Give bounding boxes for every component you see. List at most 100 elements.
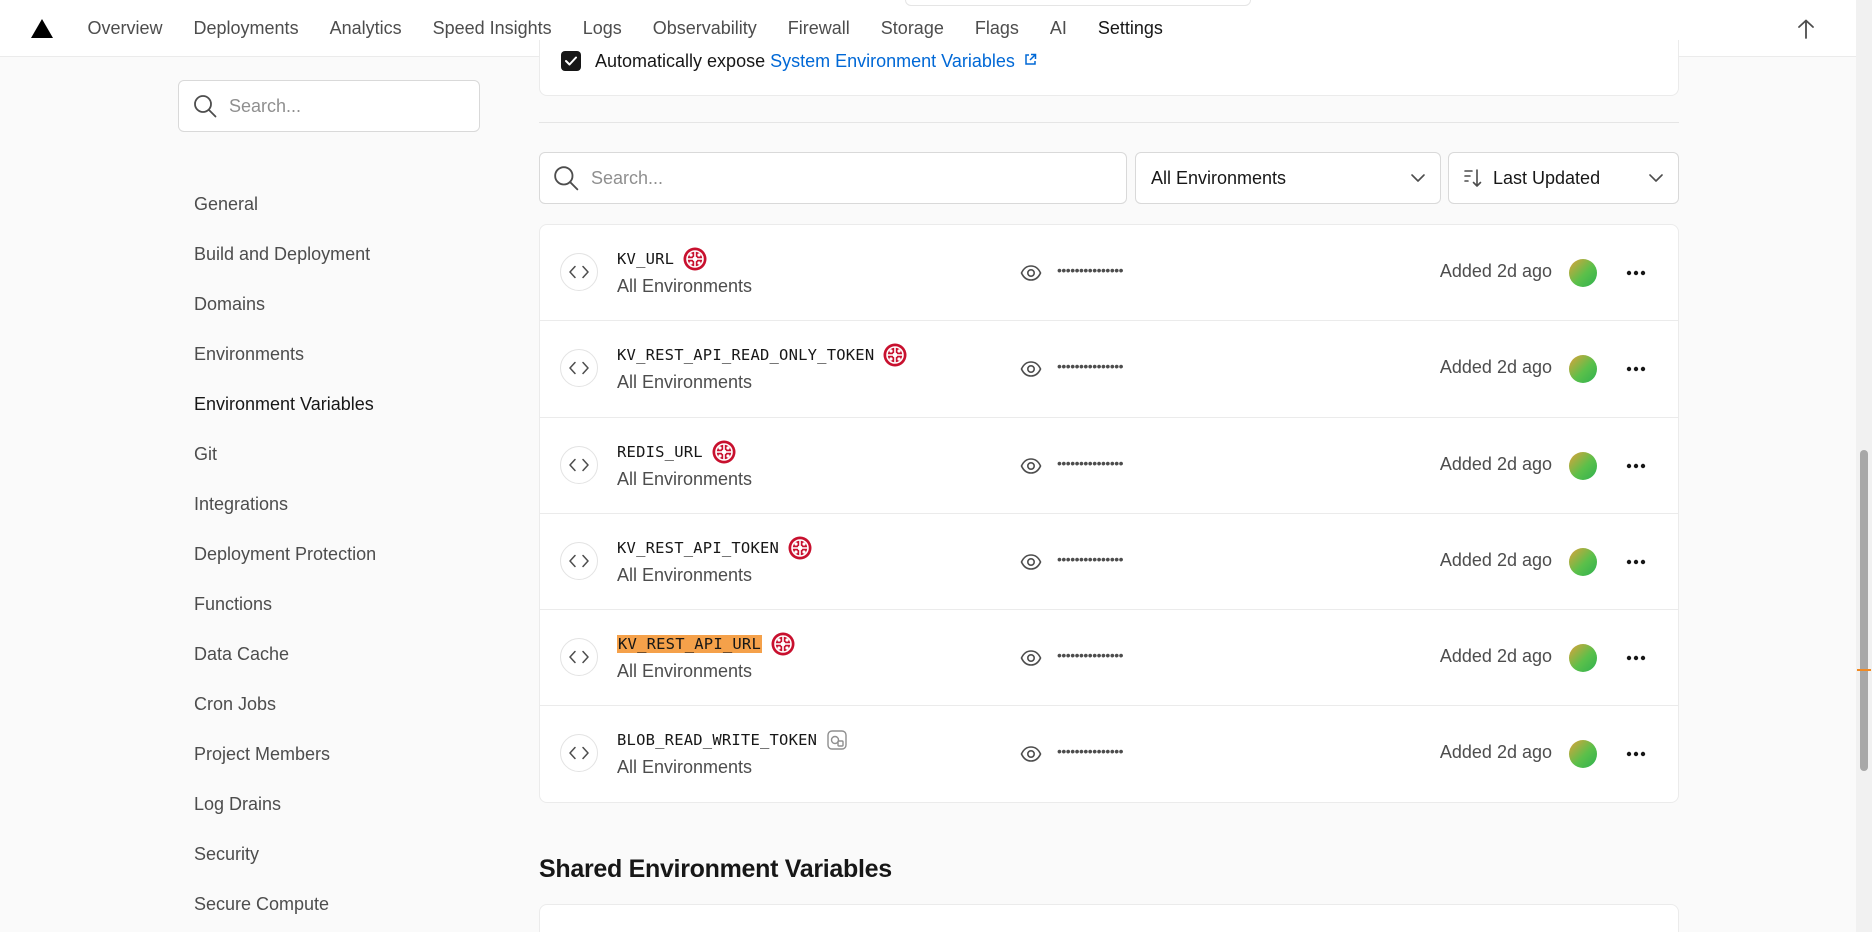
redis-icon [683,247,707,271]
env-var-environment: All Environments [617,276,753,296]
redis-icon [788,536,812,560]
sidebar-item-deployment-protection[interactable]: Deployment Protection [194,544,376,565]
external-link-icon [1025,53,1037,65]
expose-system-vars-box: Automatically expose System Environment … [539,40,1679,96]
avatar[interactable] [1569,547,1597,576]
avatar[interactable] [1569,259,1597,287]
code-icon [560,734,598,773]
env-var-name: KV_URL [617,250,675,268]
sidebar-item-git[interactable]: Git [194,444,217,465]
sidebar-item-domains[interactable]: Domains [194,294,265,315]
env-var-masked-value: ••••••••••••••• [1057,358,1124,375]
nav-tab-analytics[interactable]: Analytics [314,0,417,57]
vercel-logo-icon[interactable] [30,16,54,40]
scrollbar-thumb[interactable] [1860,450,1868,771]
env-var-added: Added 2d ago [1439,646,1552,667]
scroll-to-top-icon[interactable] [1793,16,1819,42]
env-var-environment: All Environments [617,757,753,778]
code-icon [560,638,598,677]
system-env-vars-link-text[interactable]: System Environment Variables [770,51,1015,71]
env-var-added: Added 2d ago [1439,549,1552,570]
env-var-row[interactable]: KV_REST_API_URL All Environments •••••••••… [540,610,1678,707]
env-var-row[interactable]: KV_REST_API_TOKEN All Environments •••••••… [540,514,1678,611]
eye-icon[interactable] [1020,262,1042,284]
shared-section-title: Shared Environment Variables [539,855,892,883]
scrollbar-search-marker [1857,669,1871,671]
environment-select-value: All Environments [1151,167,1287,188]
eye-icon[interactable] [1020,358,1042,380]
system-env-vars-link[interactable]: System Environment Variables [770,51,1037,71]
sidebar-item-cron-jobs[interactable]: Cron Jobs [194,694,276,715]
more-options-icon[interactable] [1621,547,1651,577]
env-var-search[interactable] [539,152,1127,204]
env-var-name: BLOB_READ_WRITE_TOKEN [617,731,818,750]
env-var-search-input[interactable] [591,167,1091,189]
redis-icon [883,343,907,367]
code-icon [560,541,598,580]
sort-select[interactable]: Last Updated [1448,152,1679,204]
eye-icon[interactable] [1020,743,1042,765]
avatar[interactable] [1569,644,1597,673]
env-var-row[interactable]: KV_URL All Environments ••••••••••••••• Add… [540,225,1678,322]
eye-icon[interactable] [1020,551,1042,573]
sidebar-item-functions[interactable]: Functions [194,594,272,615]
avatar[interactable] [1569,740,1597,769]
env-var-masked-value: ••••••••••••••• [1057,743,1124,760]
env-var-environment: All Environments [617,661,753,682]
env-var-row[interactable]: KV_REST_API_READ_ONLY_TOKEN All Environme… [540,321,1678,418]
sidebar-search[interactable] [178,80,480,132]
env-var-environment: All Environments [617,564,753,585]
expose-label: Automatically expose System Environment … [595,51,1037,72]
more-options-icon[interactable] [1621,451,1651,481]
avatar[interactable] [1569,355,1597,384]
blob-icon [826,729,848,751]
env-var-masked-value: ••••••••••••••• [1057,550,1124,567]
sidebar-item-build-and-deployment[interactable]: Build and Deployment [194,244,370,265]
sidebar-item-log-drains[interactable]: Log Drains [194,794,281,815]
expose-text: Automatically expose [595,51,766,71]
env-var-row[interactable]: BLOB_READ_WRITE_TOKEN All Environments •••… [540,706,1678,802]
more-options-icon[interactable] [1621,643,1651,673]
env-var-name: KV_REST_API_READ_ONLY_TOKEN [617,346,875,365]
sidebar-search-input[interactable] [229,95,449,117]
expose-checkbox[interactable] [561,51,581,71]
more-options-icon[interactable] [1621,354,1651,384]
popover-edge [905,0,1251,6]
code-icon [560,253,598,291]
eye-icon[interactable] [1020,647,1042,669]
code-icon [560,445,598,484]
shared-env-var-box [539,904,1679,932]
env-var-environment: All Environments [617,372,753,393]
search-icon [553,165,579,191]
sidebar-item-environments[interactable]: Environments [194,344,304,365]
env-var-added: Added 2d ago [1439,357,1552,378]
sidebar-item-environment-variables[interactable]: Environment Variables [194,394,374,415]
sidebar-item-data-cache[interactable]: Data Cache [194,644,289,665]
nav-tab-deployments[interactable]: Deployments [178,0,314,57]
env-var-masked-value: ••••••••••••••• [1057,262,1124,278]
more-options-icon[interactable] [1621,258,1651,288]
env-var-list: KV_URL All Environments ••••••••••••••• Add… [539,224,1679,803]
nav-tab-overview[interactable]: Overview [72,0,178,57]
env-var-added: Added 2d ago [1439,453,1552,474]
sort-icon [1463,168,1483,188]
more-options-icon[interactable] [1621,739,1651,769]
env-var-masked-value: ••••••••••••••• [1057,647,1124,664]
env-var-name-wrap: REDIS_URL [617,440,736,464]
sidebar-item-security[interactable]: Security [194,844,259,865]
env-var-added: Added 2d ago [1439,742,1552,763]
environment-select[interactable]: All Environments [1135,152,1441,204]
env-var-name: REDIS_URL [617,442,703,461]
redis-icon [712,440,736,464]
sort-select-value: Last Updated [1493,167,1601,188]
eye-icon[interactable] [1020,455,1042,477]
sidebar-item-general[interactable]: General [194,194,258,215]
sidebar-item-project-members[interactable]: Project Members [194,744,330,765]
env-var-added: Added 2d ago [1439,261,1552,281]
sidebar-item-secure-compute[interactable]: Secure Compute [194,894,329,915]
avatar[interactable] [1569,451,1597,480]
sidebar-item-integrations[interactable]: Integrations [194,494,288,515]
env-var-row[interactable]: REDIS_URL All Environments •••••••••••••••… [540,418,1678,514]
redis-icon [771,632,795,656]
env-var-name-wrap: KV_URL [617,247,707,271]
